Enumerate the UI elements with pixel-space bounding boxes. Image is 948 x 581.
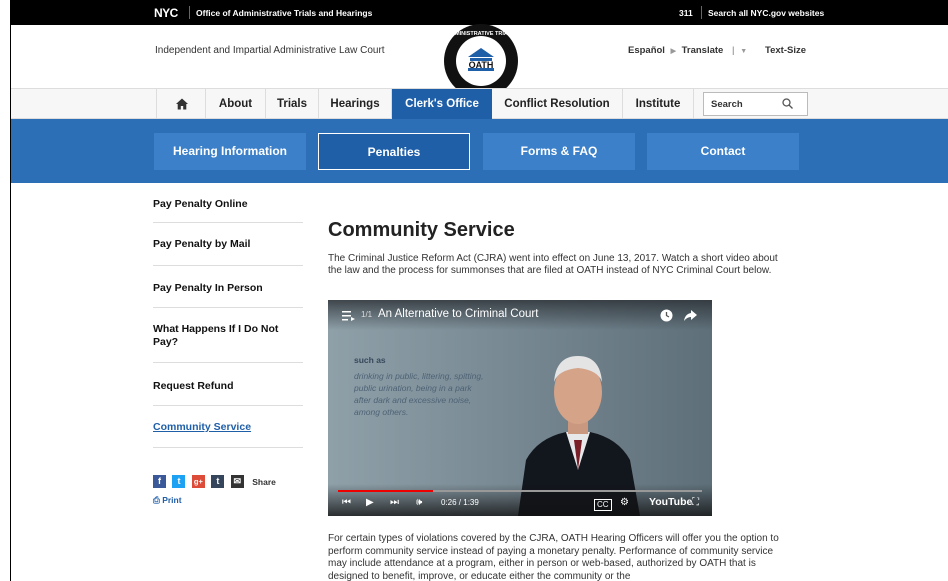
share-icon[interactable]: [684, 310, 697, 322]
translate-link[interactable]: Translate: [682, 45, 724, 56]
share-label[interactable]: Share: [252, 477, 276, 487]
page-title: Community Service: [328, 219, 515, 241]
fullscreen-icon[interactable]: ⛶: [692, 497, 699, 508]
playlist-count: 1/1: [361, 310, 373, 319]
video-player[interactable]: 1/1 An Alternative to Criminal Court suc…: [328, 300, 712, 516]
captions-icon[interactable]: CC: [594, 499, 612, 511]
nav-conflict-resolution[interactable]: Conflict Resolution: [492, 89, 623, 119]
divider: [189, 6, 190, 19]
espanol-link[interactable]: Español: [628, 45, 665, 56]
intro-paragraph: The Criminal Justice Reform Act (CJRA) w…: [328, 253, 778, 276]
caret-right-icon: ▶: [670, 48, 676, 55]
playlist-icon[interactable]: [342, 311, 355, 321]
video-overlay-text: drinking in public, littering, spitting,…: [354, 371, 484, 417]
play-icon[interactable]: ▶: [366, 497, 374, 508]
nav-trials[interactable]: Trials: [266, 89, 319, 119]
subnav-contact[interactable]: Contact: [647, 133, 799, 170]
nav-search-box: [703, 92, 808, 116]
sidebar-item-pay-by-mail[interactable]: Pay Penalty by Mail: [153, 223, 303, 266]
divider: |: [731, 45, 735, 56]
page: NYC Office of Administrative Trials and …: [10, 0, 948, 581]
next-icon[interactable]: ⏭: [390, 497, 399, 508]
search-icon[interactable]: [782, 98, 793, 109]
google-plus-icon[interactable]: g+: [191, 475, 205, 489]
text-size-link[interactable]: Text-Size: [765, 45, 806, 56]
tumblr-icon[interactable]: t: [211, 475, 225, 489]
settings-gear-icon[interactable]: ⚙: [620, 497, 629, 508]
video-time: 0:26 / 1:39: [441, 498, 479, 507]
print-link[interactable]: ⎙ Print: [153, 495, 182, 506]
video-progress-fill: [338, 490, 433, 492]
sidebar-item-pay-in-person[interactable]: Pay Penalty In Person: [153, 266, 303, 308]
subnav-forms-faq[interactable]: Forms & FAQ: [483, 133, 635, 170]
volume-icon[interactable]: 🕪: [416, 497, 422, 508]
main-nav: About Trials Hearings Clerk's Office Con…: [11, 88, 948, 119]
twitter-icon[interactable]: t: [172, 475, 186, 489]
sidebar-item-request-refund[interactable]: Request Refund: [153, 363, 303, 406]
video-title[interactable]: An Alternative to Criminal Court: [378, 308, 538, 320]
311-link[interactable]: 311: [679, 8, 693, 18]
svg-text:ADMINISTRATIVE TRIALS: ADMINISTRATIVE TRIALS: [447, 31, 515, 37]
subnav-band: Hearing Information Penalties Forms & FA…: [11, 119, 948, 183]
nav-hearings[interactable]: Hearings: [319, 89, 392, 119]
video-overlay-heading: such as: [354, 355, 386, 365]
chevron-down-icon[interactable]: ▼: [740, 48, 747, 55]
previous-icon[interactable]: ⏮: [342, 497, 351, 508]
search-all-link[interactable]: Search all NYC.gov websites: [708, 8, 824, 18]
nyc-logo[interactable]: NYC: [154, 6, 178, 20]
print-label: Print: [162, 495, 182, 505]
video-progress-bar[interactable]: [338, 490, 702, 492]
svg-text:OATH: OATH: [469, 60, 494, 70]
watch-later-icon[interactable]: [660, 309, 673, 322]
sidebar-item-community-service[interactable]: Community Service: [153, 406, 303, 448]
email-icon[interactable]: ✉: [230, 475, 244, 489]
nav-home[interactable]: [156, 89, 206, 119]
sidebar-item-pay-online[interactable]: Pay Penalty Online: [153, 186, 303, 223]
share-bar: f t g+ t ✉ Share: [153, 473, 276, 491]
search-input[interactable]: [711, 94, 781, 114]
nav-institute[interactable]: Institute: [623, 89, 694, 119]
language-links: Español ▶ Translate | ▼: [628, 45, 750, 56]
divider: [701, 6, 702, 19]
home-icon: [176, 98, 188, 110]
nav-clerks-office[interactable]: Clerk's Office: [392, 89, 492, 119]
subnav-penalties[interactable]: Penalties: [318, 133, 470, 170]
facebook-icon[interactable]: f: [153, 475, 166, 489]
subnav-hearing-information[interactable]: Hearing Information: [154, 133, 306, 170]
sidebar-item-what-happens[interactable]: What Happens If I Do Not Pay?: [153, 308, 303, 363]
site-tagline: Independent and Impartial Administrative…: [155, 45, 385, 56]
sidebar: Pay Penalty Online Pay Penalty by Mail P…: [153, 186, 303, 448]
body-paragraph: For certain types of violations covered …: [328, 533, 779, 581]
youtube-logo[interactable]: YouTube: [649, 496, 692, 508]
agency-name-link[interactable]: Office of Administrative Trials and Hear…: [196, 8, 372, 18]
printer-icon: ⎙: [153, 495, 160, 505]
nav-about[interactable]: About: [206, 89, 266, 119]
